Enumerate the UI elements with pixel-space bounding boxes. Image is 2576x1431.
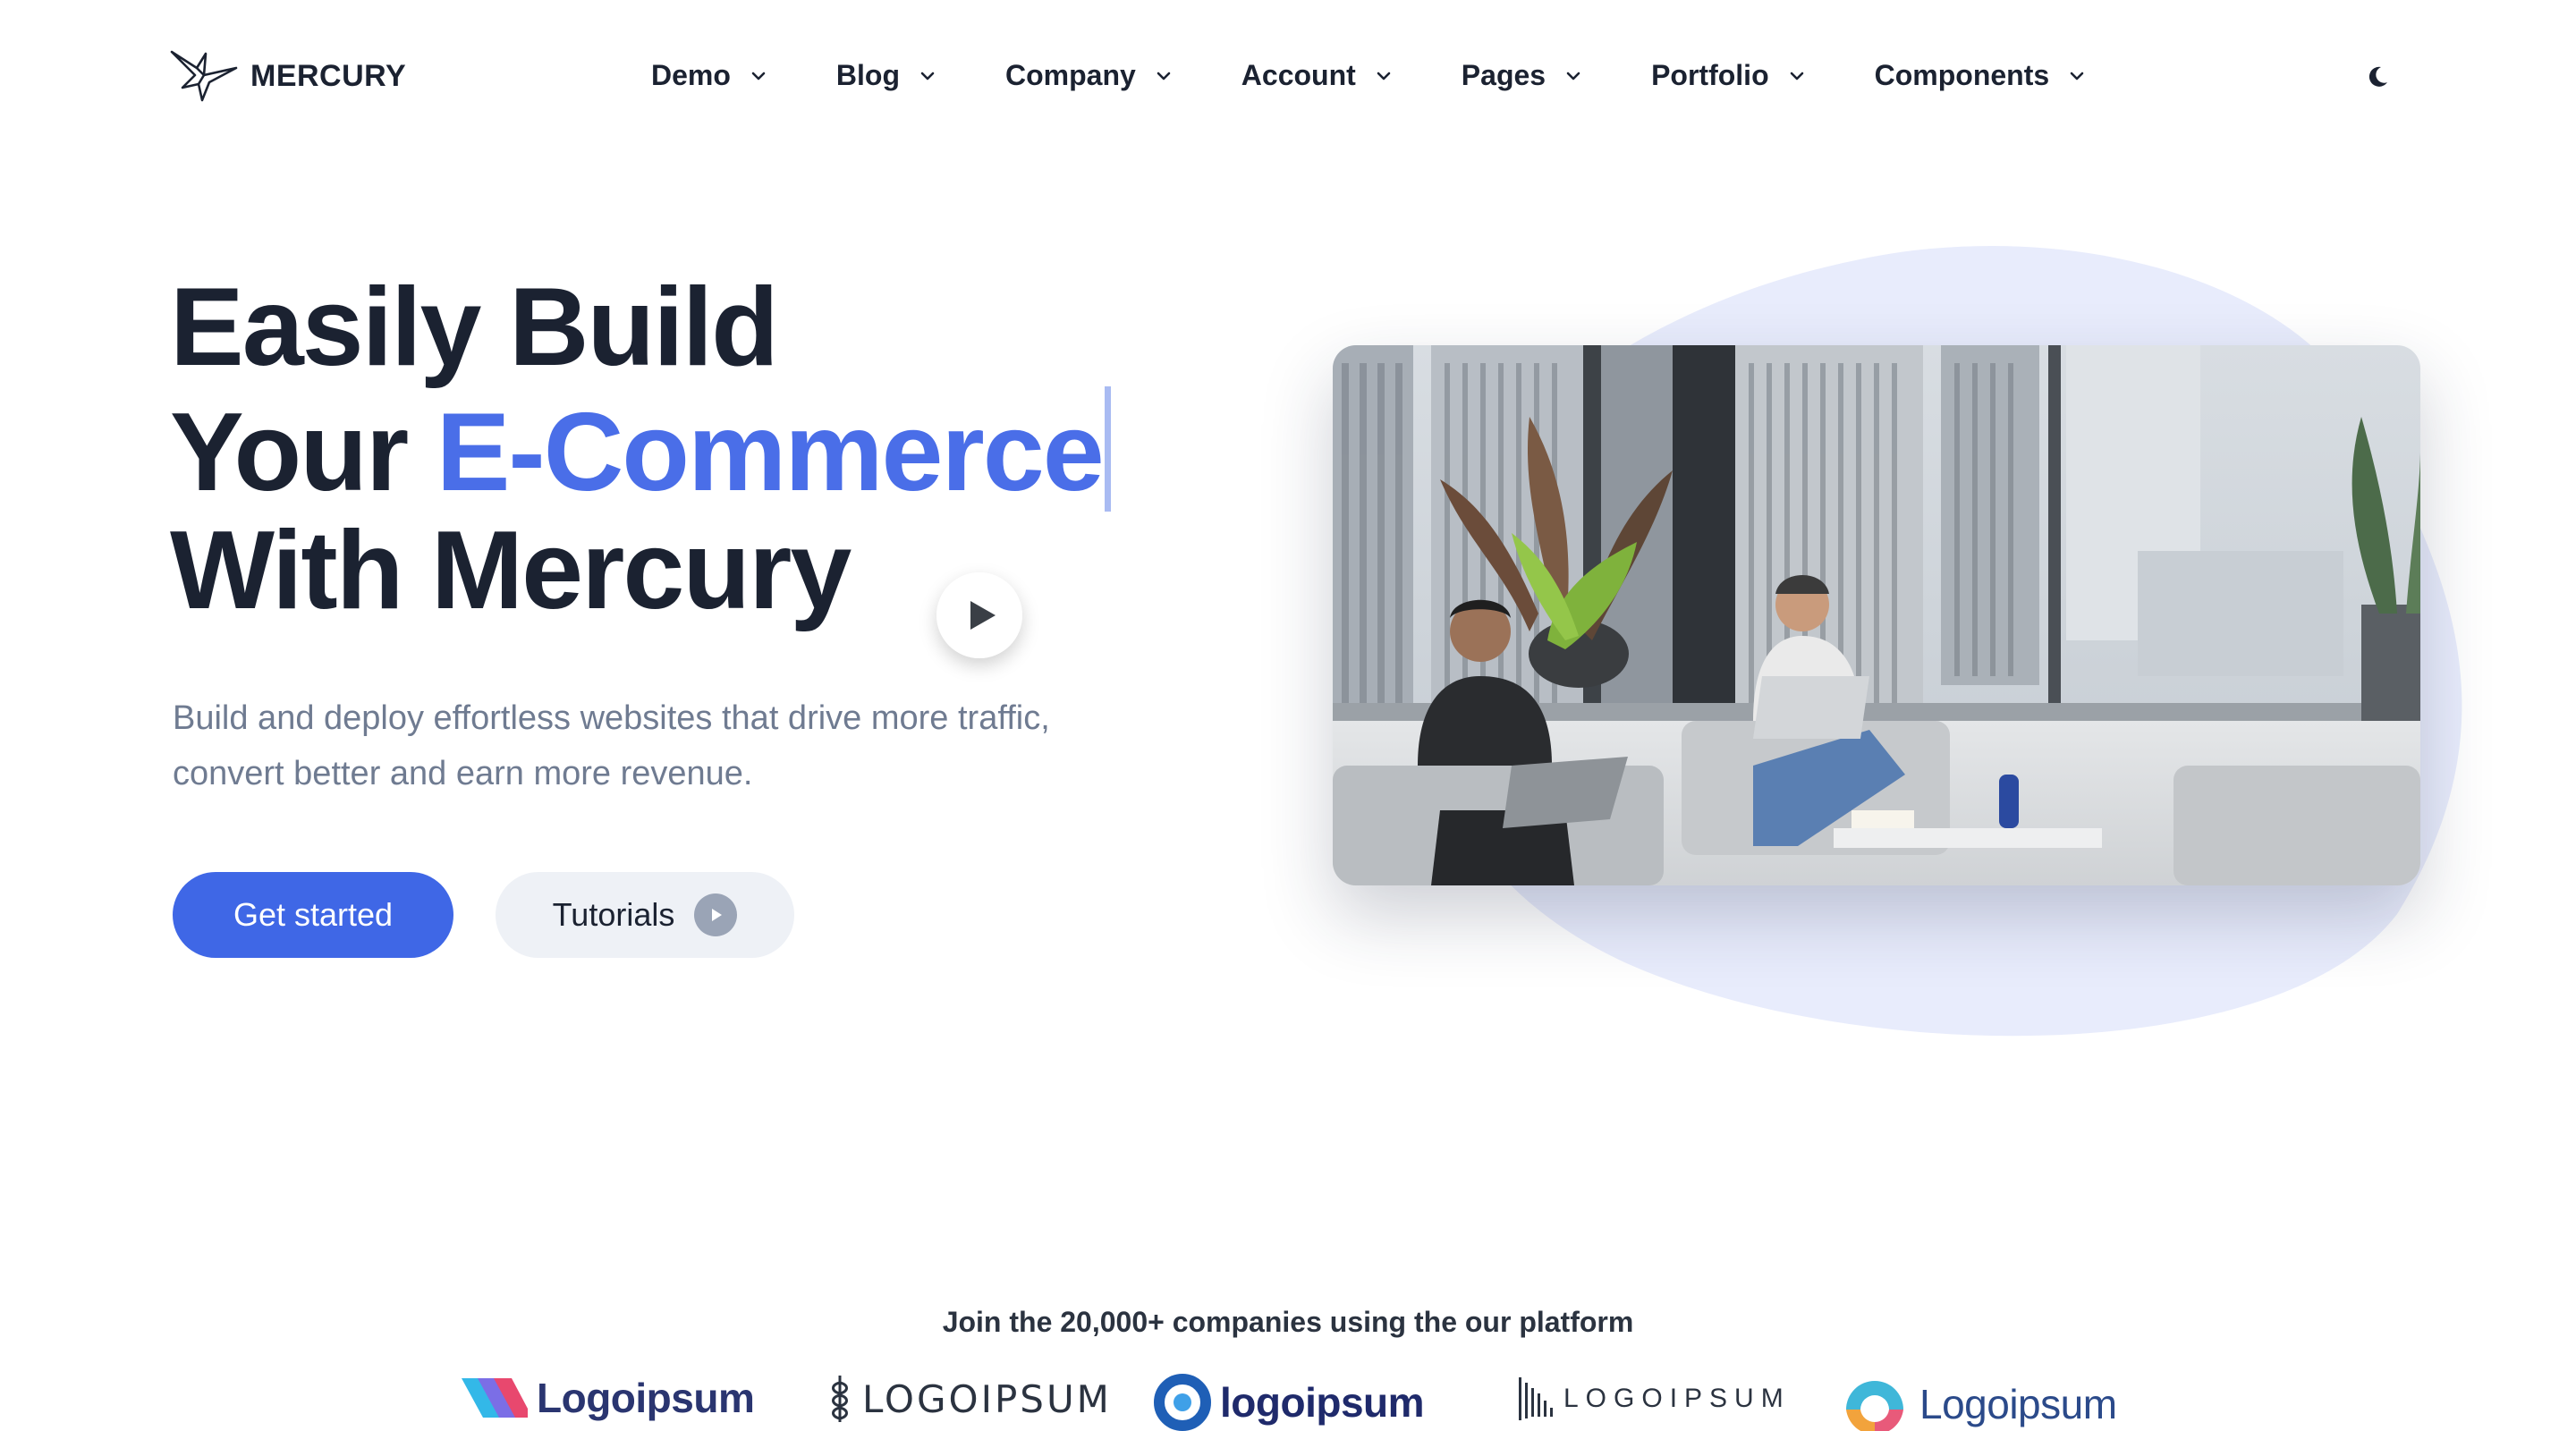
nav-label: Portfolio <box>1651 59 1769 91</box>
chevron-down-icon <box>1377 72 1391 80</box>
office-photo <box>1333 345 2420 885</box>
ring-logo-icon <box>1154 1374 1211 1431</box>
nav-label: Pages <box>1461 59 1546 91</box>
nav-label: Account <box>1241 59 1356 91</box>
main-nav: Demo Blog Company Account Pages Portfoli… <box>651 59 2085 92</box>
partner-logo-5: Logoipsum <box>1839 1374 2117 1431</box>
stripes-logo-icon <box>462 1378 528 1418</box>
partner-logo-2: LOGOIPSUM <box>826 1374 1112 1424</box>
nav-item-demo[interactable]: Demo <box>651 59 767 92</box>
swirl-logo-icon <box>1846 1381 1903 1431</box>
nav-label: Company <box>1005 59 1136 91</box>
nav-label: Blog <box>835 59 900 91</box>
brand-logo[interactable]: MERCURY <box>170 48 406 104</box>
play-circle-icon <box>694 893 738 936</box>
partner-logo-text: LOGOIPSUM <box>862 1376 1112 1421</box>
chevron-down-icon <box>1790 72 1803 80</box>
nav-item-account[interactable]: Account <box>1241 59 1392 92</box>
partner-logo-text: logoipsum <box>1220 1379 1425 1426</box>
partner-logo-4: LOGOIPSUM <box>1519 1374 1791 1424</box>
partner-logos: Logoipsum LOGOIPSUM logoipsum LOGOIPSUM <box>0 1374 2576 1431</box>
tutorials-button[interactable]: Tutorials <box>496 872 794 958</box>
brand-name: MERCURY <box>250 58 407 93</box>
hero-title-line2-prefix: Your <box>170 391 436 514</box>
nav-item-company[interactable]: Company <box>1005 59 1172 92</box>
chevron-down-icon <box>2070 72 2084 80</box>
nav-item-pages[interactable]: Pages <box>1462 59 1581 92</box>
nav-label: Demo <box>651 59 731 91</box>
nav-item-components[interactable]: Components <box>1875 59 2086 92</box>
partner-logo-text: LOGOIPSUM <box>1563 1384 1791 1413</box>
chevron-down-icon <box>920 72 935 80</box>
partners-tagline: Join the 20,000+ companies using the our… <box>942 1306 1634 1338</box>
bird-logo-icon <box>170 50 238 102</box>
chevron-down-icon <box>751 72 766 80</box>
nav-item-portfolio[interactable]: Portfolio <box>1651 59 1805 92</box>
landing-page: MERCURY Demo Blog Company Account Pages … <box>0 0 2576 1431</box>
get-started-label: Get started <box>233 896 394 933</box>
hero-title-line3: With Mercury <box>170 509 852 632</box>
tutorials-label: Tutorials <box>552 896 675 933</box>
typing-caret <box>1104 386 1111 512</box>
chevron-down-icon <box>1566 72 1580 80</box>
chevron-down-icon <box>1157 72 1171 80</box>
nav-item-blog[interactable]: Blog <box>836 59 936 92</box>
hero-title-line1: Easily Build <box>170 266 779 389</box>
hero-title-accent: E-Commerce <box>436 391 1105 514</box>
partner-logo-text: Logoipsum <box>1919 1381 2117 1427</box>
wheat-logo-icon <box>832 1376 848 1422</box>
nav-label: Components <box>1874 59 2050 91</box>
partner-logo-1: Logoipsum <box>462 1374 755 1422</box>
play-video-button[interactable] <box>936 572 1022 658</box>
play-icon <box>970 601 996 630</box>
office-video-thumbnail[interactable] <box>1333 345 2420 885</box>
partner-logo-3: logoipsum <box>1154 1374 1425 1431</box>
moon-icon[interactable] <box>2365 64 2390 89</box>
partner-logo-text: Logoipsum <box>537 1375 755 1421</box>
hero-subtitle: Build and deploy effortless websites tha… <box>173 699 1050 792</box>
get-started-button[interactable]: Get started <box>173 872 453 958</box>
bars-logo-icon <box>1519 1377 1553 1420</box>
